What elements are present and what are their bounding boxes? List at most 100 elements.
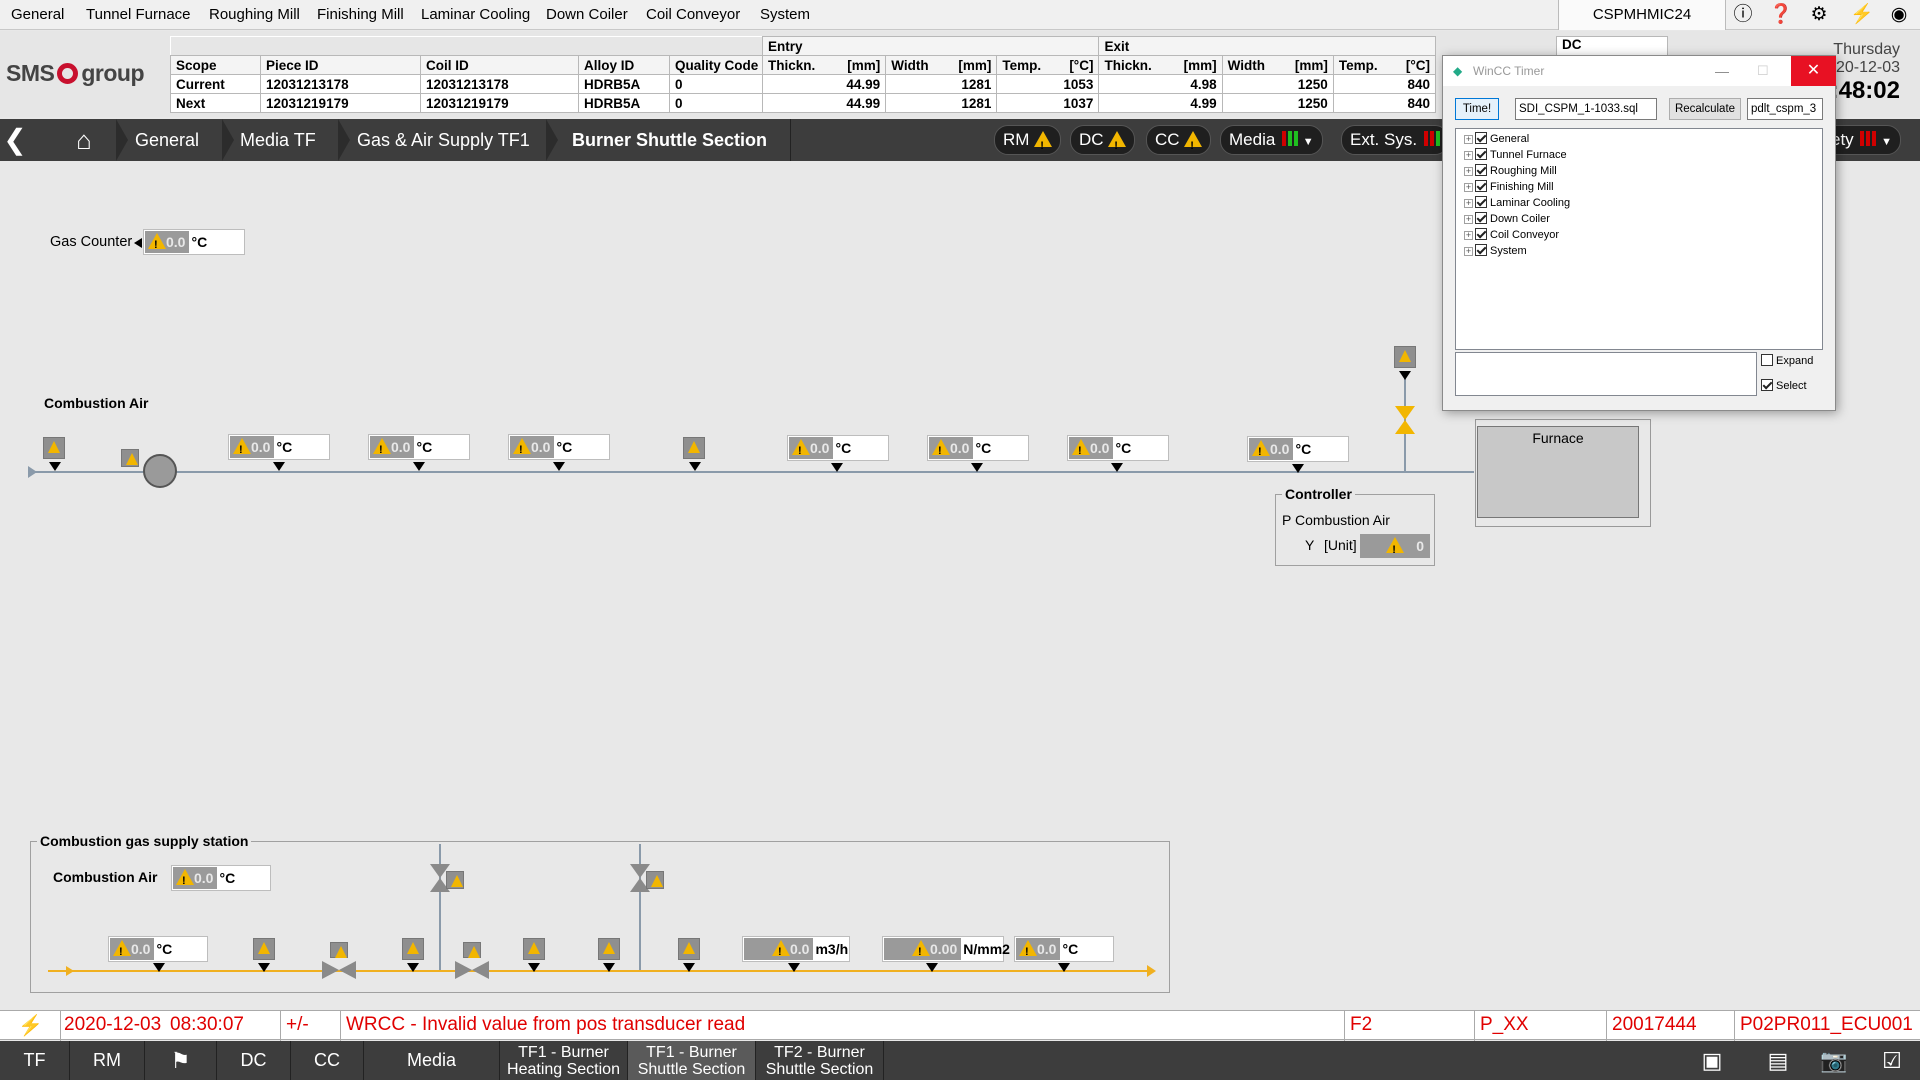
tree-item-laminar-cooling[interactable]: + Laminar Cooling (1464, 196, 1570, 211)
breadcrumb-general[interactable]: General (135, 119, 199, 161)
sensor-icon[interactable] (43, 437, 65, 459)
tree-checkbox[interactable] (1475, 196, 1487, 208)
lightning-icon[interactable]: ⚡ (18, 1013, 43, 1038)
tab-cc[interactable]: CC (291, 1041, 364, 1080)
tab-dc[interactable]: DC (217, 1041, 291, 1080)
air-value-7[interactable]: 0.0°C (1247, 436, 1349, 463)
recalculate-button[interactable]: Recalculate (1669, 98, 1741, 120)
expand-icon[interactable]: + (1464, 151, 1473, 160)
tree-checkbox[interactable] (1475, 180, 1487, 192)
cc-button[interactable]: CC (1146, 125, 1212, 160)
air-value-4[interactable]: 0.0°C (787, 435, 889, 462)
sensor-icon[interactable] (598, 938, 620, 960)
gas-pressure-value[interactable]: 0.00N/mm2 (882, 936, 1010, 963)
screen-tf2-shuttle[interactable]: TF2 - Burner Shuttle Section (756, 1041, 884, 1080)
vent-valve-2-actuator[interactable] (646, 871, 664, 889)
tab-tf[interactable]: TF (0, 1041, 70, 1080)
sensor-icon[interactable] (1394, 346, 1416, 368)
gas-valve-1-actuator[interactable] (330, 942, 348, 958)
minimize-icon[interactable]: — (1715, 56, 1729, 86)
tree-checkbox[interactable] (1475, 132, 1487, 144)
sensor-icon[interactable] (523, 938, 545, 960)
home-icon[interactable]: ⌂ (64, 119, 104, 161)
menu-laminar-cooling[interactable]: Laminar Cooling (421, 6, 530, 23)
info-icon[interactable]: ⓘ (1726, 3, 1760, 27)
air-value-1[interactable]: 0.0°C (228, 434, 330, 461)
furnace[interactable]: Furnace (1477, 426, 1639, 518)
menu-general[interactable]: General (11, 6, 64, 23)
expand-icon[interactable]: + (1464, 167, 1473, 176)
tree-checkbox[interactable] (1475, 228, 1487, 240)
expand-icon[interactable]: + (1464, 183, 1473, 192)
camera-icon[interactable]: 📷 (1808, 1041, 1860, 1080)
screen-tf1-shuttle[interactable]: TF1 - Burner Shuttle Section (628, 1041, 756, 1080)
tree-item-tunnel-furnace[interactable]: + Tunnel Furnace (1464, 148, 1567, 163)
tree-checkbox[interactable] (1475, 212, 1487, 224)
screen-select-icon[interactable]: ▤ (1752, 1041, 1804, 1080)
fan-sensor-icon[interactable] (121, 449, 139, 467)
media-button[interactable]: Media ▼ (1220, 125, 1323, 155)
sensor-icon[interactable] (253, 938, 275, 960)
air-value-6[interactable]: 0.0°C (1067, 435, 1169, 462)
alarm-status-bar[interactable]: ⚡ 2020-12-03 08:30:07 +/- WRCC - Invalid… (0, 1010, 1920, 1041)
lightning-icon[interactable]: ⚡ (1845, 3, 1879, 27)
expand-option[interactable]: Expand (1761, 354, 1813, 367)
tree-checkbox[interactable] (1475, 164, 1487, 176)
controller-y-value[interactable]: 0 (1360, 534, 1430, 562)
time-button[interactable]: Time! (1455, 98, 1499, 120)
gas-temp-value[interactable]: 0.0°C (108, 936, 208, 963)
monitor-icon[interactable]: ▣ (1686, 1041, 1738, 1080)
tree-item-finishing-mill[interactable]: + Finishing Mill (1464, 180, 1554, 195)
gas-temp-value-2[interactable]: 0.0°C (1014, 936, 1114, 963)
dc-button[interactable]: DC (1070, 125, 1136, 160)
air-value-5[interactable]: 0.0°C (927, 435, 1029, 462)
expand-icon[interactable]: + (1464, 135, 1473, 144)
gas-valve-2-icon[interactable] (455, 961, 472, 979)
select-option[interactable]: Select (1761, 379, 1807, 392)
output-textbox[interactable] (1455, 352, 1757, 396)
air-value-2[interactable]: 0.0°C (368, 434, 470, 461)
tree-item-system[interactable]: + System (1464, 244, 1527, 259)
breadcrumb-gas-air-supply[interactable]: Gas & Air Supply TF1 (357, 119, 530, 161)
select-checkbox[interactable] (1761, 379, 1773, 391)
screen-tf1-heating[interactable]: TF1 - Burner Heating Section (500, 1041, 628, 1080)
gas-valve-2-actuator[interactable] (463, 942, 481, 958)
rm-button[interactable]: RM (994, 125, 1062, 160)
tree-checkbox[interactable] (1475, 244, 1487, 256)
pdlt-field[interactable]: pdlt_cspm_3 (1747, 98, 1823, 120)
help-icon[interactable]: ❓ (1764, 3, 1798, 27)
vent-valve-1-actuator[interactable] (446, 871, 464, 889)
expand-icon[interactable]: + (1464, 215, 1473, 224)
valve-icon[interactable] (1395, 406, 1415, 420)
menu-tunnel-furnace[interactable]: Tunnel Furnace (86, 6, 191, 23)
back-icon[interactable]: ❮ (0, 119, 30, 161)
expand-icon[interactable]: + (1464, 231, 1473, 240)
dialog-title-bar[interactable]: ◆ WinCC Timer — ☐ ✕ (1443, 56, 1836, 86)
tree-item-coil-conveyor[interactable]: + Coil Conveyor (1464, 228, 1559, 243)
expand-icon[interactable]: + (1464, 247, 1473, 256)
tree-item-general[interactable]: + General (1464, 132, 1529, 147)
expand-checkbox[interactable] (1761, 354, 1773, 366)
gas-counter-value[interactable]: 0.0°C (143, 229, 245, 256)
gas-valve-1-icon[interactable] (322, 961, 339, 979)
sensor-icon[interactable] (683, 437, 705, 459)
sensor-icon[interactable] (402, 938, 424, 960)
tree-item-down-coiler[interactable]: + Down Coiler (1464, 212, 1550, 227)
flag-icon[interactable]: ⚑ (145, 1041, 217, 1080)
eye-icon[interactable]: ◉ (1882, 3, 1916, 27)
menu-system[interactable]: System (760, 6, 810, 23)
menu-finishing-mill[interactable]: Finishing Mill (317, 6, 404, 23)
ext-sys-button[interactable]: Ext. Sys. (1341, 125, 1449, 155)
checkbox-icon[interactable]: ☑ (1866, 1041, 1918, 1080)
fan-icon[interactable] (143, 454, 177, 488)
menu-roughing-mill[interactable]: Roughing Mill (209, 6, 300, 23)
sql-file-field[interactable]: SDI_CSPM_1-1033.sql (1515, 98, 1657, 120)
close-icon[interactable]: ✕ (1791, 56, 1836, 86)
menu-coil-conveyor[interactable]: Coil Conveyor (646, 6, 740, 23)
gear-icon[interactable]: ⚙ (1802, 3, 1836, 27)
tree-item-roughing-mill[interactable]: + Roughing Mill (1464, 164, 1557, 179)
gas-flow-value[interactable]: 0.0m3/h (742, 936, 850, 963)
tree-checkbox[interactable] (1475, 148, 1487, 160)
sensor-icon[interactable] (678, 938, 700, 960)
breadcrumb-media-tf[interactable]: Media TF (240, 119, 316, 161)
